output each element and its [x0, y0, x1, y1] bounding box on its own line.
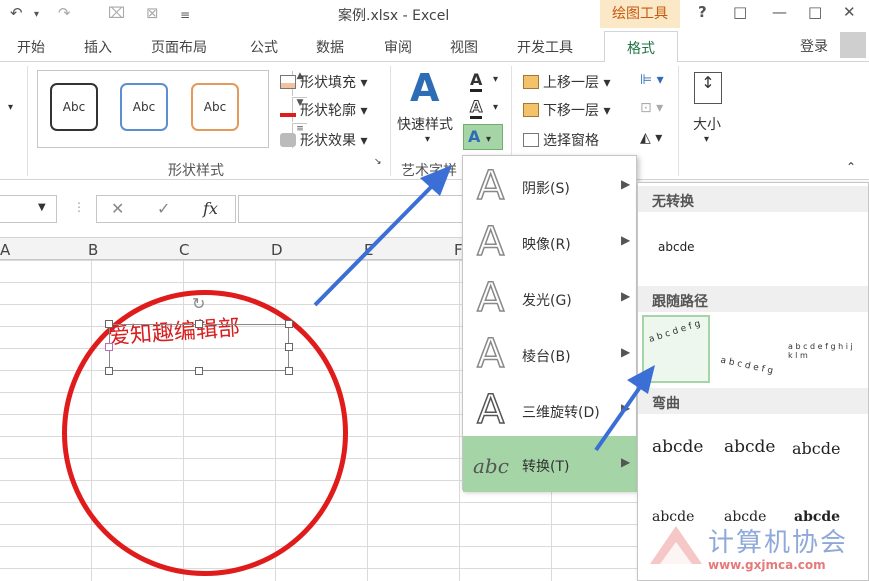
logo-icon: [650, 526, 702, 564]
arrow-to-text-effects: [313, 178, 440, 307]
watermark-url: www.gxjmca.com: [708, 558, 826, 572]
watermark-text: 计算机协会: [708, 528, 849, 558]
watermark-logo: 计算机协会 www.gxjmca.com: [650, 520, 860, 581]
annotation-arrows: [313, 165, 655, 452]
arrow-to-follow-path: [594, 378, 647, 452]
arrowhead-icon: [627, 365, 655, 394]
